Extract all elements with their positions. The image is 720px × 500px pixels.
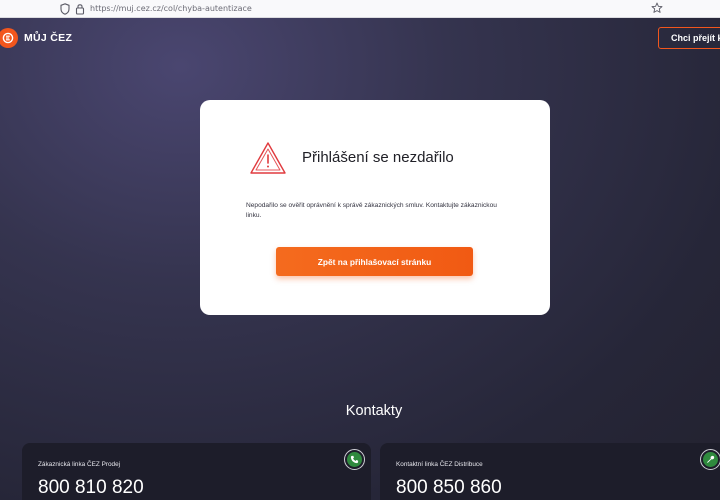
phone-icon: [347, 452, 362, 467]
contact-phone-number[interactable]: 800 810 820: [38, 477, 144, 499]
url-text[interactable]: https://muj.cez.cz/col/chyba-autentizace: [90, 3, 252, 15]
cez-logo-icon: [2, 32, 14, 44]
page-content: MŮJ ČEZ Chci přejít k Přihlášení se nezd…: [0, 18, 720, 500]
contact-card-distribution[interactable]: Kontaktní linka ČEZ Distribuce 800 850 8…: [380, 443, 720, 500]
shield-icon[interactable]: [60, 3, 70, 15]
contact-icon-wrapper: [344, 449, 365, 470]
contact-card-sales[interactable]: Zákaznická linka ČEZ Prodej 800 810 820: [22, 443, 371, 500]
contact-icon-wrapper: [700, 449, 720, 470]
wrench-icon: [703, 452, 718, 467]
contacts-heading: Kontakty: [345, 403, 403, 419]
cez-logo-badge: [0, 28, 18, 48]
error-message: Nepodařilo se ověřit oprávnění k správě …: [246, 202, 497, 219]
error-card: Přihlášení se nezdařilo Nepodařilo se ov…: [200, 100, 550, 315]
contact-label: Zákaznická linka ČEZ Prodej: [38, 461, 121, 468]
browser-url-bar[interactable]: https://muj.cez.cz/col/chyba-autentizace: [0, 0, 720, 18]
logo-text: MŮJ ČEZ: [24, 32, 73, 44]
contact-label: Kontaktní linka ČEZ Distribuce: [396, 461, 483, 468]
bookmark-star-icon[interactable]: [651, 2, 663, 14]
contact-phone-number[interactable]: 800 850 860: [396, 477, 502, 499]
cez-logo[interactable]: MŮJ ČEZ: [0, 28, 72, 48]
switch-account-button[interactable]: Chci přejít k: [658, 27, 720, 49]
lock-icon[interactable]: [75, 3, 85, 15]
back-to-login-button[interactable]: Zpět na přihlašovací stránku: [276, 247, 473, 276]
error-title: Přihlášení se nezdařilo: [302, 149, 454, 166]
warning-triangle-icon: [250, 142, 286, 174]
